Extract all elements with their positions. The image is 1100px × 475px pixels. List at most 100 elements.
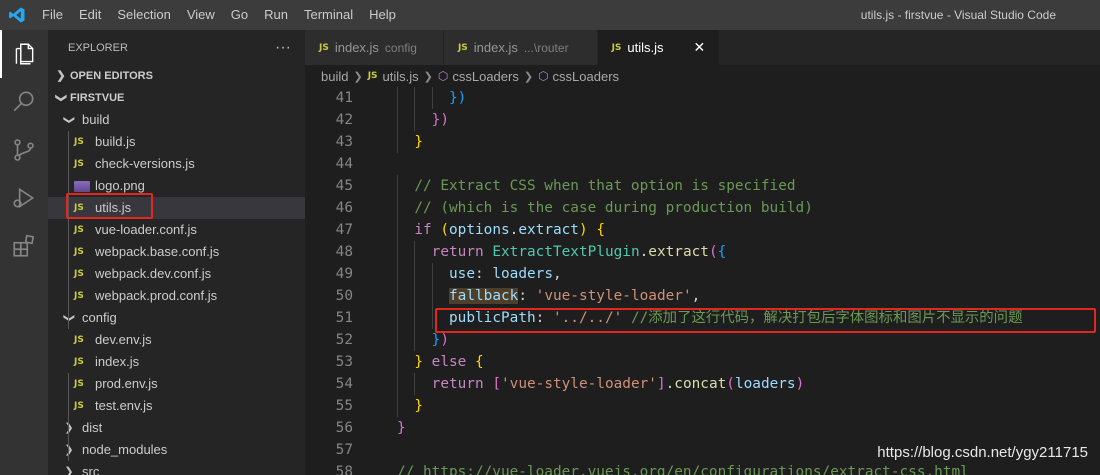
editor-tab[interactable]: JS index.js ...\router [443,30,598,65]
tree-item-label: node_modules [82,442,168,457]
code-token: ] [656,376,666,392]
menu-item-file[interactable]: File [34,0,71,30]
tree-item[interactable]: ❯ node_modules [48,439,305,461]
tree-item[interactable]: ❯ dist [48,417,305,439]
chevron-down-icon: ❯ [63,313,75,323]
tree-item-label: check-versions.js [95,156,195,171]
indent-guide [397,109,398,131]
line-number: 42 [335,112,353,128]
code-content: fallback: 'vue-style-loader', [449,285,700,307]
code-line: 41}) [305,87,1100,109]
tree-item[interactable]: JS webpack.prod.conf.js [48,285,305,307]
line-number: 51 [335,310,353,326]
menu-item-view[interactable]: View [179,0,223,30]
code-line: 45 // Extract CSS when that option is spe… [305,175,1100,197]
code-content: } [414,395,423,417]
tab-label: index.js [334,40,379,55]
tree-item[interactable]: JS build.js [48,131,305,153]
tab-label: utils.js [627,40,664,55]
project-section[interactable]: ❯ FIRSTVUE [48,87,305,109]
js-file-icon: JS [611,42,622,53]
extensions-icon[interactable] [0,222,48,270]
indent-guide [397,373,398,395]
code-content: return ['vue-style-loader'].concat(loade… [432,373,805,395]
code-token: loaders [492,266,553,282]
code-editor[interactable]: 41}) 42}) 43} 44 45// Extract CSS when that … [305,87,1100,475]
explorer-icon[interactable] [0,30,48,78]
chevron-right-icon: ❯ [64,422,74,434]
tree-item[interactable]: JS webpack.dev.conf.js [48,263,305,285]
code-token: : [518,288,536,304]
indent-guide [414,109,416,131]
tree-item[interactable]: JS dev.env.js [48,329,305,351]
code-token: [ [492,376,501,392]
indent-guide [397,307,398,329]
chevron-right-icon: ❯ [56,70,66,82]
code-token: } [397,420,406,436]
menu-item-run[interactable]: Run [256,0,296,30]
line-number: 56 [335,420,353,436]
tree-item[interactable]: JS vue-loader.conf.js [48,219,305,241]
code-token: // (which is the case during production … [414,200,813,216]
tree-item[interactable]: JS index.js [48,351,305,373]
vscode-logo-icon [0,0,34,30]
menu-item-terminal[interactable]: Terminal [296,0,361,30]
menu-item-edit[interactable]: Edit [71,0,109,30]
more-actions-icon[interactable]: ··· [275,39,291,57]
tree-item-label: config [82,310,117,325]
chevron-right-icon: ❯ [64,444,74,456]
menu-item-help[interactable]: Help [361,0,404,30]
indent-guide [397,241,398,263]
menu-item-go[interactable]: Go [223,0,256,30]
code-token: . [639,244,649,260]
code-token: return [431,376,484,392]
breadcrumb-symbol[interactable]: cssLoaders [452,69,518,84]
tree-item[interactable]: ❯ config [48,307,305,329]
tab-label: index.js [473,40,518,55]
tree-item[interactable]: ❯ build [48,109,305,131]
code-line: 43} [305,131,1100,153]
activity-bar [0,30,48,475]
code-token: }) [449,90,467,106]
indent-guide [397,131,398,153]
breadcrumb-symbol-inner[interactable]: cssLoaders [553,69,619,84]
code-token: //添加了这行代码，解决打包后字体图标和图片不显示的问题 [630,310,1023,326]
code-content: }) [432,329,449,351]
tree-item-label: build [82,112,110,127]
tree-item[interactable]: JS test.env.js [48,395,305,417]
tree-item[interactable]: JS prod.env.js [48,373,305,395]
editor-tab[interactable]: JS index.js config [305,30,444,65]
code-line: 53} else { [305,351,1100,373]
js-file-icon: JS [74,225,84,235]
breadcrumb-folder[interactable]: build [321,69,348,84]
indent-guide [397,263,398,285]
open-editors-section[interactable]: ❯ OPEN EDITORS [48,65,305,87]
code-token: ) [795,376,805,392]
tree-item[interactable]: ❯ src [48,461,305,475]
run-debug-icon[interactable] [0,174,48,222]
code-token: 'vue-style-loader' [501,376,657,392]
close-icon[interactable]: ✕ [694,39,706,56]
code-token: fallback [449,288,519,304]
watermark: https://blog.csdn.net/ygy211715 [877,444,1088,461]
line-number: 55 [335,398,353,414]
code-token: : [535,310,553,326]
js-file-icon: JS [74,291,84,301]
line-number: 54 [335,376,353,392]
explorer-title: EXPLORER [68,41,128,54]
source-control-icon[interactable] [0,126,48,174]
code-line: 55} [305,395,1100,417]
code-token: ( [726,376,735,392]
editor-tab[interactable]: JS utils.js ✕ [597,30,721,65]
search-icon[interactable] [0,78,48,126]
code-token: { [717,244,727,260]
menu-item-selection[interactable]: Selection [109,0,178,30]
breadcrumb-file[interactable]: utils.js [383,69,419,84]
window-title: utils.js - firstvue - Visual Studio Code [860,8,1056,22]
tree-item[interactable]: JS webpack.base.conf.js [48,241,305,263]
js-file-icon: JS [74,269,84,279]
code-token: } [414,354,423,370]
indent-guide [431,263,433,285]
tree-item[interactable]: JS check-versions.js [48,153,305,175]
tree-item-label: build.js [95,134,136,149]
